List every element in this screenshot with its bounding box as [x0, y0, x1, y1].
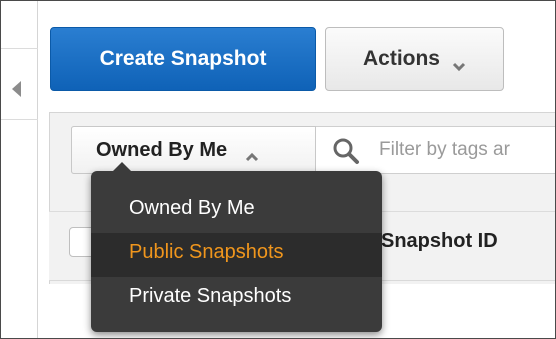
- menu-pointer: [113, 162, 131, 171]
- search-icon: [332, 137, 360, 165]
- create-snapshot-button[interactable]: Create Snapshot: [50, 27, 316, 91]
- chevron-up-icon: [245, 145, 259, 162]
- column-header-snapshot-id[interactable]: Snapshot ID: [381, 230, 498, 253]
- app-frame: Create Snapshot Actions Owned By Me Snap…: [0, 0, 556, 339]
- actions-label: Actions: [362, 47, 440, 70]
- actions-button[interactable]: Actions: [325, 27, 504, 91]
- chevron-down-icon: [452, 54, 466, 72]
- ownership-filter-value: Owned By Me: [96, 138, 228, 161]
- search-input[interactable]: [379, 131, 555, 169]
- collapse-arrow-icon[interactable]: [9, 79, 23, 99]
- side-panel: [1, 1, 38, 338]
- menu-item-owned-by-me[interactable]: Owned By Me: [91, 189, 382, 233]
- menu-item-public-snapshots[interactable]: Public Snapshots: [91, 233, 382, 277]
- divider: [1, 119, 38, 120]
- ownership-dropdown-menu: Owned By Me Public Snapshots Private Sna…: [91, 162, 382, 332]
- create-snapshot-label: Create Snapshot: [99, 47, 267, 70]
- divider: [1, 48, 38, 49]
- menu-item-private-snapshots[interactable]: Private Snapshots: [91, 277, 382, 321]
- ownership-filter-select[interactable]: Owned By Me: [71, 126, 316, 174]
